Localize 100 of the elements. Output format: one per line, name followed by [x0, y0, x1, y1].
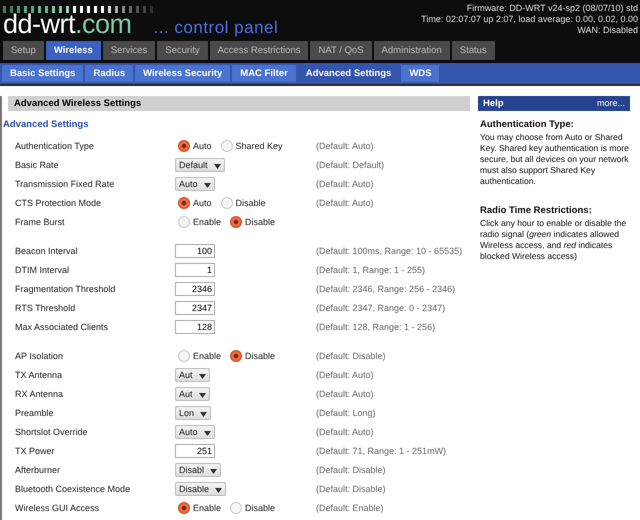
input-field[interactable]: 251 [175, 444, 215, 458]
setting-label: Basic Rate [15, 160, 60, 170]
setting-label: AP Isolation [15, 350, 64, 360]
setting-label: Fragmentation Threshold [15, 284, 116, 294]
default-hint: (Default: Long) [316, 408, 377, 418]
input-field[interactable]: 1 [175, 262, 215, 276]
caret-icon [210, 469, 218, 474]
default-hint: (Default: Disable) [316, 484, 387, 494]
nav-tab[interactable]: Status [452, 41, 495, 60]
radio-label: Disable [245, 502, 276, 512]
more-link[interactable]: more... [596, 98, 625, 109]
caret-icon [198, 374, 206, 379]
input-field[interactable]: 2346 [175, 282, 215, 296]
radio-button[interactable] [178, 196, 190, 208]
radio-button[interactable] [178, 140, 190, 152]
logo-tagline: ... control panel [154, 18, 278, 38]
help-title: Help [483, 98, 504, 109]
dropdown[interactable]: Lon [175, 406, 212, 420]
radio-button[interactable] [178, 216, 190, 228]
dropdown[interactable]: Disabl [175, 462, 222, 476]
default-hint: (Default: Default) [316, 160, 386, 170]
radio-label: Enable [193, 502, 222, 512]
status-text: Firmware: DD-WRT v24-sp2 (08/07/10) std [466, 3, 638, 14]
radio-button[interactable] [230, 502, 242, 514]
dropdown[interactable]: Auto [175, 424, 215, 438]
help-heading: Authentication Type: [480, 119, 575, 130]
default-hint: (Default: Auto) [316, 388, 375, 398]
dropdown[interactable]: Aut [175, 386, 210, 400]
sub-tab[interactable]: WDS [401, 65, 440, 82]
caret-icon [198, 393, 206, 398]
default-hint: (Default: 2346, Range: 256 - 2346) [316, 284, 456, 294]
setting-label: Shortslot Override [15, 426, 89, 436]
radio-button[interactable] [178, 502, 190, 514]
setting-label: DTIM Interval [15, 264, 70, 274]
default-hint: (Default: 100ms, Range: 10 - 65535) [316, 246, 464, 256]
radio-button[interactable] [220, 140, 233, 152]
input-field[interactable]: 100 [175, 244, 215, 258]
default-hint: (Default: Disable) [316, 464, 387, 474]
status-text: WAN: Disabled [577, 25, 638, 36]
setting-label: Afterburner [15, 464, 62, 474]
dropdown[interactable]: Disable [175, 482, 226, 496]
radio-label: Enable [193, 216, 222, 226]
default-hint: (Default: Auto) [316, 198, 375, 208]
input-field[interactable]: 2347 [175, 300, 215, 314]
setting-label: Wireless GUI Access [15, 502, 100, 512]
setting-label: RTS Threshold [15, 302, 76, 312]
radio-label: Disable [236, 198, 266, 208]
radio-button[interactable] [178, 350, 190, 362]
caret-icon [215, 488, 222, 493]
sub-tab[interactable]: MAC Filter [232, 65, 296, 82]
default-hint: (Default: Auto) [316, 426, 375, 436]
nav-tab[interactable]: Wireless [46, 41, 101, 60]
sub-tab[interactable]: Wireless Security [135, 65, 230, 82]
dropdown[interactable]: Default [175, 158, 225, 172]
caret-icon [200, 412, 208, 417]
default-hint: (Default: Auto) [316, 370, 375, 380]
radio-label: Disable [245, 216, 276, 226]
setting-label: CTS Protection Mode [15, 198, 102, 208]
radio-label: Disable [245, 350, 276, 360]
caret-icon [214, 164, 221, 169]
setting-label: Max Associated Clients [15, 322, 110, 332]
default-hint: (Default: 71, Range: 1 - 251mW) [316, 446, 448, 456]
radio-label: Auto [193, 198, 212, 208]
dropdown[interactable]: Auto [175, 176, 215, 190]
nav-tab[interactable]: Services [102, 41, 156, 60]
setting-label: Preamble [15, 408, 55, 418]
dropdown[interactable]: Aut [175, 368, 210, 382]
default-hint: (Default: Auto) [316, 178, 375, 188]
nav-tab[interactable]: Administration [374, 41, 450, 60]
radio-button[interactable] [230, 350, 242, 362]
default-hint: (Default: Disable) [316, 350, 387, 360]
section-title: Advanced Wireless Settings [8, 96, 470, 111]
caret-icon [204, 431, 211, 436]
radio-button[interactable] [220, 196, 233, 208]
default-hint: (Default: Enable) [316, 502, 385, 512]
radio-label: Enable [193, 350, 222, 360]
setting-label: Beacon Interval [15, 246, 79, 256]
radio-label: Shared Key [236, 140, 283, 150]
status-text: Time: 02:07:07 up 2:07, load average: 0.00, 0.02, 0.00 [421, 14, 638, 25]
help-text: You may choose from Auto or Shared Key. Shared key authentication is more secure, but all devices on your network must also support Shared Key authentication. [480, 132, 630, 187]
sub-tab[interactable]: Radius [85, 65, 134, 82]
legend-title: Advanced Settings [3, 119, 90, 130]
nav-tab[interactable]: NAT / QoS [310, 41, 372, 60]
radio-label: Auto [193, 140, 212, 150]
nav-tab[interactable]: Setup [3, 41, 44, 60]
logo: dd-wrt.com [3, 11, 132, 37]
setting-label: TX Power [15, 446, 56, 456]
default-hint: (Default: 128, Range: 1 - 256) [316, 322, 436, 332]
nav-tab[interactable]: Security [157, 41, 208, 60]
default-hint: (Default: Auto) [316, 140, 375, 150]
setting-label: Frame Burst [15, 216, 66, 226]
radio-button[interactable] [230, 216, 242, 228]
setting-label: Transmission Fixed Rate [15, 178, 116, 188]
help-heading: Radio Time Restrictions: [480, 205, 593, 216]
input-field[interactable]: 128 [175, 320, 215, 334]
setting-label: Authentication Type [15, 140, 95, 150]
nav-tab[interactable]: Access Restrictions [210, 41, 308, 60]
sub-tab[interactable]: Basic Settings [2, 65, 84, 82]
default-hint: (Default: 2347, Range: 0 - 2347) [316, 302, 446, 312]
help-text: Click any hour to enable or disable the radio signal (green indicates allowed Wireless access, and red indicates blocked Wireless access) [480, 218, 628, 262]
